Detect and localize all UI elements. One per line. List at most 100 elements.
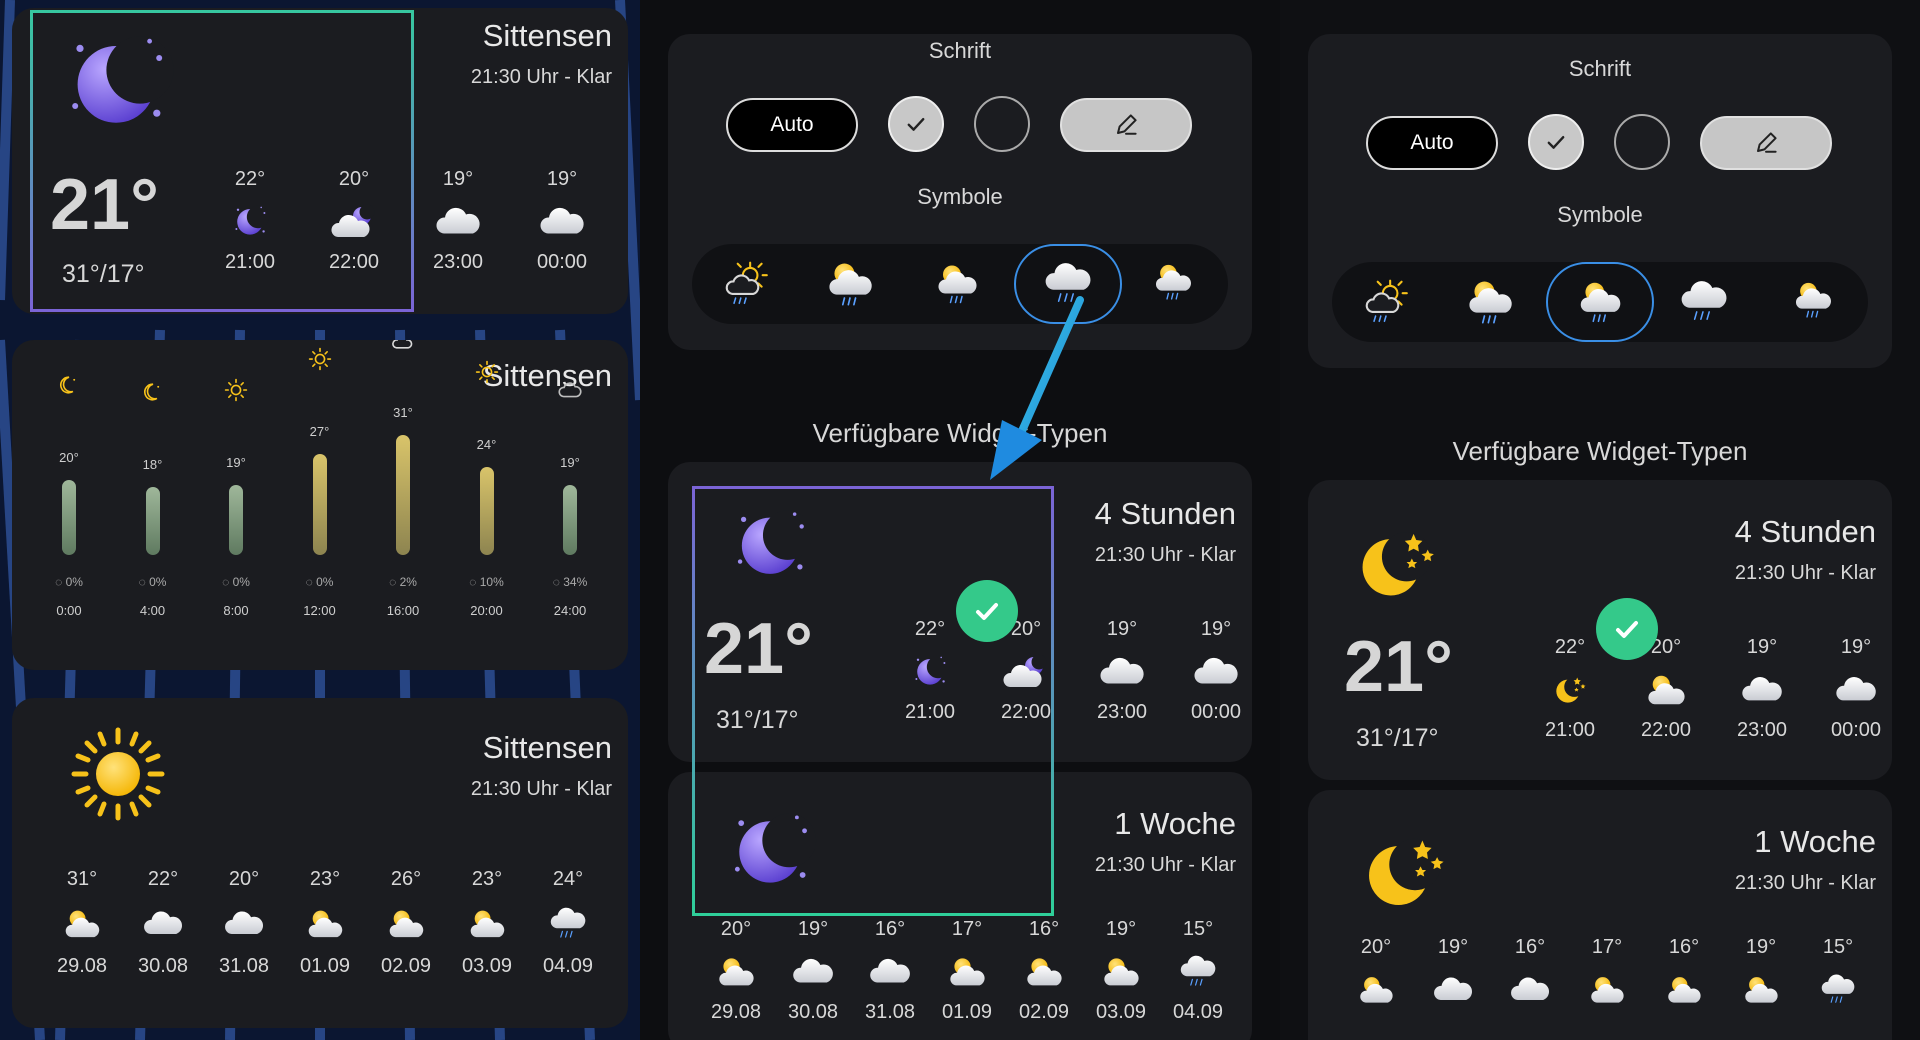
hour-column: 19° 00:00	[1176, 618, 1252, 724]
font-section-label: Schrift	[1568, 56, 1632, 81]
widget-subtitle: 21:30 Uhr - Klar	[1734, 872, 1876, 894]
font-light-option[interactable]	[1528, 114, 1584, 170]
droplet-icon: ◌	[469, 575, 480, 589]
font-dark-option[interactable]	[1614, 114, 1670, 170]
sun-cloud-icon	[384, 905, 428, 941]
hour-temp: 19°	[1200, 618, 1232, 640]
cloud-icon	[1739, 673, 1785, 705]
widget-4-hours-card[interactable]: 4 Stunden 21:30 Uhr - Klar 21° 31°/17° 2…	[1308, 480, 1892, 780]
moon-outline-icon	[140, 379, 166, 405]
day-temp: 19°	[1437, 936, 1469, 958]
weather-icon	[1816, 972, 1860, 1006]
font-auto-button[interactable]: Auto	[726, 98, 858, 152]
day-temp: 20°	[228, 868, 260, 890]
symbols-section-label: Symbole	[917, 184, 1003, 209]
temperature-bar	[312, 454, 327, 555]
font-custom-color-button[interactable]	[1700, 116, 1832, 170]
flat-symbol-set-icon[interactable]	[1462, 276, 1518, 326]
selection-highlight-frame	[692, 486, 1054, 916]
day-temp: 19°	[1745, 936, 1777, 958]
moon-outline-icon	[56, 372, 82, 398]
weather-icon	[944, 953, 990, 989]
day-temp: 22°	[147, 868, 179, 890]
location-label: Sittensen	[482, 730, 612, 765]
rain-chance: ◌ 0%	[123, 575, 183, 589]
day-column: 16°	[1644, 936, 1724, 1019]
day-date: 30.08	[137, 955, 189, 977]
small-symbol-set-icon[interactable]	[1150, 258, 1196, 304]
symbol-set-selector	[1332, 262, 1868, 342]
widget-1-week-card[interactable]: 1 Woche 21:30 Uhr - Klar 20° 19° 16° 17° 16°…	[1308, 790, 1892, 1040]
day-column: 19°	[1413, 936, 1493, 1019]
day-date: 02.09	[1018, 1001, 1070, 1023]
day-temp: 15°	[1182, 918, 1214, 940]
crescent-moon-stars-icon	[1358, 824, 1450, 916]
rain-chance: ◌ 2%	[373, 575, 433, 589]
temperature-bar	[145, 487, 160, 555]
day-column: 15° 04.09	[1158, 918, 1238, 1024]
day-column: 15°	[1798, 936, 1878, 1019]
hour-time: 21:00	[1544, 719, 1596, 741]
crescent-moon-stars-icon	[1352, 518, 1440, 606]
check-icon	[1540, 126, 1572, 158]
flat-symbol-set-icon[interactable]	[822, 258, 878, 308]
check-icon	[900, 108, 932, 140]
bar-time: 20:00	[470, 603, 503, 618]
day-column: 31° 29.08	[42, 868, 122, 978]
line-symbol-set-icon[interactable]	[720, 258, 772, 308]
day-column: 19°	[1721, 936, 1801, 1019]
day-column: 17° 01.09	[927, 918, 1007, 1024]
font-dark-option[interactable]	[974, 96, 1030, 152]
check-icon	[1607, 609, 1647, 649]
crescent-moon-icon	[1552, 671, 1588, 707]
bar-temp: 27°	[309, 424, 330, 439]
cloud-outline-icon	[557, 377, 583, 403]
symbol-set-selected[interactable]	[1546, 262, 1654, 342]
day-column: 16°	[1490, 936, 1570, 1019]
weekly-widget-card[interactable]: Sittensen 21:30 Uhr - Klar 31° 29.08 22° 30…	[12, 698, 628, 1028]
font-auto-button[interactable]: Auto	[1366, 116, 1498, 170]
hour-temp: 19°	[546, 168, 578, 190]
line-symbol-set-icon[interactable]	[1360, 276, 1412, 326]
font-custom-color-button[interactable]	[1060, 98, 1192, 152]
font-light-option[interactable]	[888, 96, 944, 152]
hour-temp: 19°	[1746, 636, 1778, 658]
daily-bars-widget-card[interactable]: Sittensen 20° ◌ 0% 0:00 18° ◌ 0% 4:00 19° ◌ 0% 8…	[12, 340, 628, 670]
bar-time: 24:00	[553, 603, 587, 618]
hour-time: 00:00	[1830, 719, 1882, 741]
bar-time: 0:00	[56, 603, 82, 618]
temperature-bar	[563, 485, 577, 555]
day-date: 04.09	[1172, 1001, 1224, 1023]
day-column: 17°	[1567, 936, 1647, 1019]
style-settings-card: Schrift Auto Symbole	[1308, 34, 1892, 368]
soft-symbol-set-icon[interactable]	[932, 258, 982, 308]
cloud-icon	[1833, 673, 1879, 705]
sun-cloud-icon	[465, 905, 509, 941]
day-temp: 26°	[390, 868, 422, 890]
sun-outline-icon	[307, 346, 333, 372]
day-date: 31.08	[864, 1001, 916, 1023]
rain-chance: ◌ 0%	[206, 575, 266, 589]
day-date: 04.09	[542, 955, 594, 977]
hour-column: 22° 21:00	[1530, 636, 1610, 742]
day-temp: 20°	[720, 918, 752, 940]
small-symbol-set-icon[interactable]	[1790, 276, 1836, 322]
hour-time: 23:00	[1736, 719, 1788, 741]
rain-value: 0%	[149, 575, 167, 589]
hour-column: 19° 23:00	[418, 168, 498, 274]
rain-value: 34%	[563, 575, 588, 589]
day-column: 16° 02.09	[1004, 918, 1084, 1024]
day-temp: 17°	[1591, 936, 1623, 958]
glossy-symbol-set-icon[interactable]	[1678, 276, 1730, 326]
available-widgets-title: Verfügbare Widget-Typen	[812, 418, 1108, 448]
bar-temp: 19°	[560, 455, 580, 470]
pencil-icon	[1110, 109, 1142, 141]
temperature-bar	[229, 485, 243, 555]
day-temp: 17°	[951, 918, 983, 940]
rain-cloud-icon	[546, 905, 590, 941]
day-column: 23° 03.09	[447, 868, 527, 978]
widget-subtitle: 21:30 Uhr - Klar	[1094, 544, 1236, 566]
symbols-section-label: Symbole	[1557, 202, 1643, 227]
hour-column: 19° 00:00	[1816, 636, 1892, 742]
sun-cloud-icon	[303, 905, 347, 941]
